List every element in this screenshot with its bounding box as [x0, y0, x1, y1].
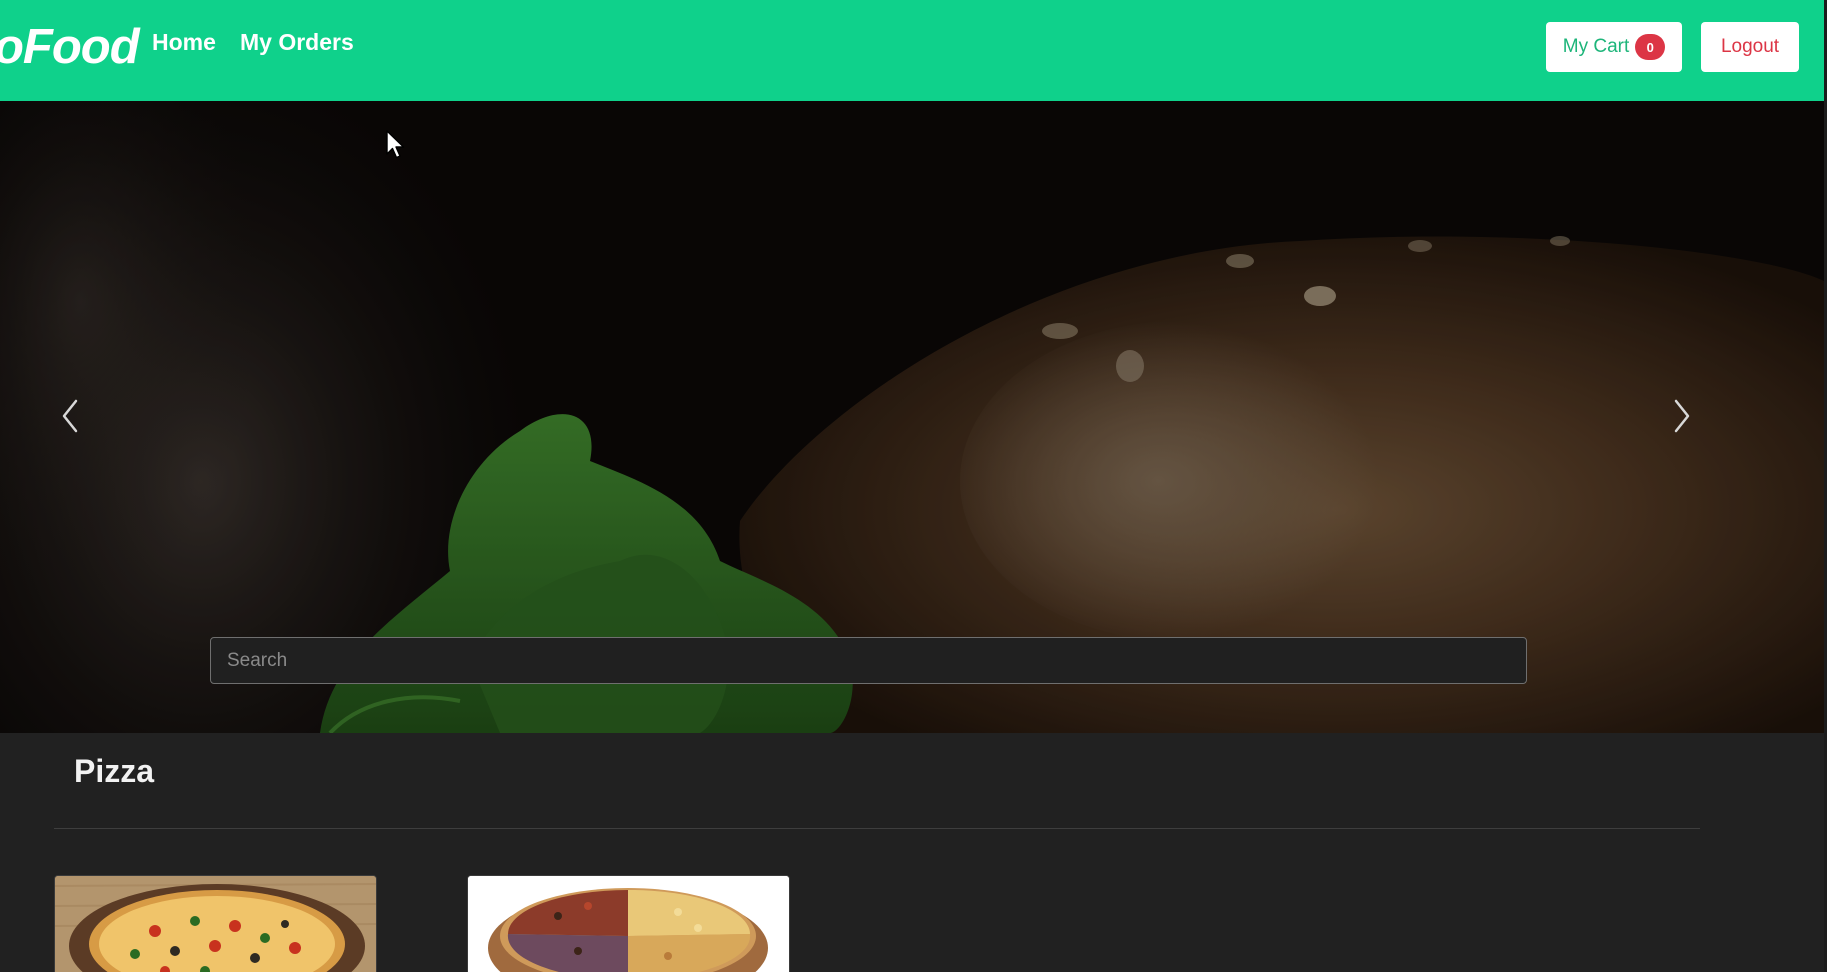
logout-button[interactable]: Logout: [1701, 22, 1799, 72]
pizza-image: [55, 876, 376, 972]
carousel-next-icon[interactable]: [1660, 391, 1700, 441]
food-card[interactable]: [467, 875, 790, 972]
search-input[interactable]: [210, 637, 1527, 684]
hero-carousel: [0, 101, 1824, 733]
my-cart-label: My Cart: [1562, 36, 1630, 57]
pizza-image: [468, 876, 789, 972]
brand-logo[interactable]: oFood: [0, 18, 140, 76]
category-divider: [54, 828, 1700, 829]
nav-home-link[interactable]: Home: [152, 26, 216, 58]
food-card[interactable]: [54, 875, 377, 972]
carousel-prev-icon[interactable]: [52, 391, 92, 441]
page: oFood Home My Orders My Cart 0 Logout Se…: [0, 0, 1827, 972]
my-cart-button[interactable]: My Cart 0: [1546, 22, 1682, 72]
category-title: Pizza: [74, 753, 155, 789]
category-section: Pizza: [0, 733, 1824, 972]
navbar: oFood Home My Orders My Cart 0 Logout: [0, 0, 1824, 101]
cart-count-badge: 0: [1635, 34, 1666, 60]
nav-my-orders-link[interactable]: My Orders: [240, 26, 354, 58]
